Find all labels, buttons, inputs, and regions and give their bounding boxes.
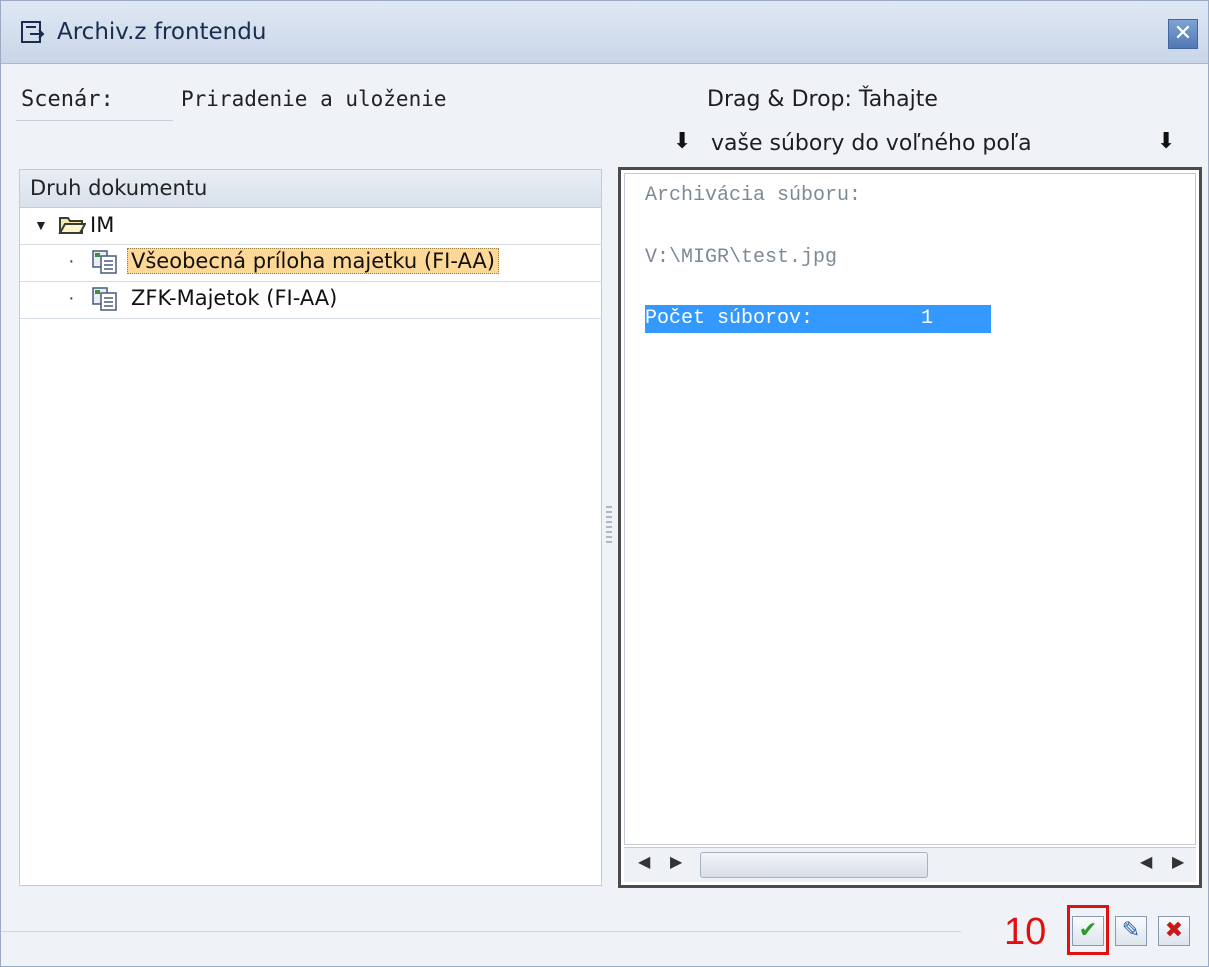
drop-area-content: Archivácia súboru: V:\MIGR\test.jpg Poče…: [624, 173, 1196, 845]
scroll-left-icon[interactable]: ◀: [638, 852, 650, 872]
arrow-down-icon: ⬇: [673, 129, 692, 154]
drop-area[interactable]: Archivácia súboru: V:\MIGR\test.jpg Poče…: [618, 167, 1202, 888]
close-button[interactable]: ✕: [1168, 19, 1198, 49]
tree-header-label: Druh dokumentu: [30, 176, 208, 200]
scroll-right-icon[interactable]: ▶: [1172, 852, 1184, 872]
confirm-button[interactable]: ✔: [1072, 916, 1104, 946]
archive-dialog: Archiv.z frontendu ✕ Scenár: Priradenie …: [0, 0, 1209, 967]
edit-icon: ✎: [1121, 918, 1141, 943]
tree-item-zfk-majetok[interactable]: · ZFK-Majetok (FI-AA): [20, 281, 601, 319]
dialog-title: Archiv.z frontendu: [57, 19, 267, 45]
tree-item-label: Všeobecná príloha majetku (FI-AA): [127, 248, 499, 274]
edit-button[interactable]: ✎: [1115, 916, 1147, 946]
folder-open-icon: [58, 217, 86, 234]
drag-drop-instruction-line1: Drag & Drop: Ťahajte: [707, 87, 938, 112]
scenario-label-underline: [16, 120, 173, 121]
dialog-icon: [21, 21, 45, 43]
close-icon: ✕: [1173, 21, 1193, 46]
scenario-label: Scenár:: [21, 87, 114, 112]
tree-item-vseobecna-priloha[interactable]: · Všeobecná príloha majetku (FI-AA): [20, 244, 601, 282]
tree-node-label: IM: [90, 213, 115, 237]
tree-bullet-icon: ·: [68, 287, 75, 309]
document-type-icon: [92, 287, 117, 311]
scroll-thumb[interactable]: [700, 852, 928, 878]
cancel-button[interactable]: ✖: [1158, 916, 1190, 946]
archived-file-path: V:\MIGR\test.jpg: [645, 246, 838, 269]
expand-triangle-icon[interactable]: ▼: [34, 217, 48, 233]
panel-splitter[interactable]: [606, 506, 612, 546]
checkmark-icon: ✔: [1078, 918, 1098, 943]
scroll-right-icon[interactable]: ▶: [670, 852, 682, 872]
cancel-x-icon: ✖: [1164, 918, 1184, 943]
arrow-down-icon: ⬇: [1157, 129, 1176, 154]
document-type-icon: [92, 250, 117, 274]
file-count: Počet súborov: 1: [645, 305, 991, 333]
horizontal-scrollbar[interactable]: ◀ ▶ ◀ ▶: [624, 847, 1196, 882]
scenario-value: Priradenie a uloženie: [181, 87, 447, 111]
tree-header: Druh dokumentu: [20, 170, 601, 208]
tree-item-label: ZFK-Majetok (FI-AA): [131, 286, 338, 310]
dialog-footer: 10 ✔ ✎ ✖: [1, 901, 1208, 966]
tree-node-im[interactable]: ▼ IM: [20, 207, 601, 245]
archiving-file-label: Archivácia súboru:: [645, 184, 862, 207]
step-annotation-number: 10: [1004, 911, 1047, 953]
tree-bullet-icon: ·: [68, 250, 75, 272]
title-bar: Archiv.z frontendu ✕: [1, 1, 1208, 64]
drag-drop-instruction-line2: vaše súbory do voľného poľa: [711, 131, 1032, 156]
footer-divider: [1, 931, 961, 932]
scroll-left-icon[interactable]: ◀: [1140, 852, 1152, 872]
document-type-tree: Druh dokumentu ▼ IM · Všeobecná príloha …: [19, 169, 602, 886]
